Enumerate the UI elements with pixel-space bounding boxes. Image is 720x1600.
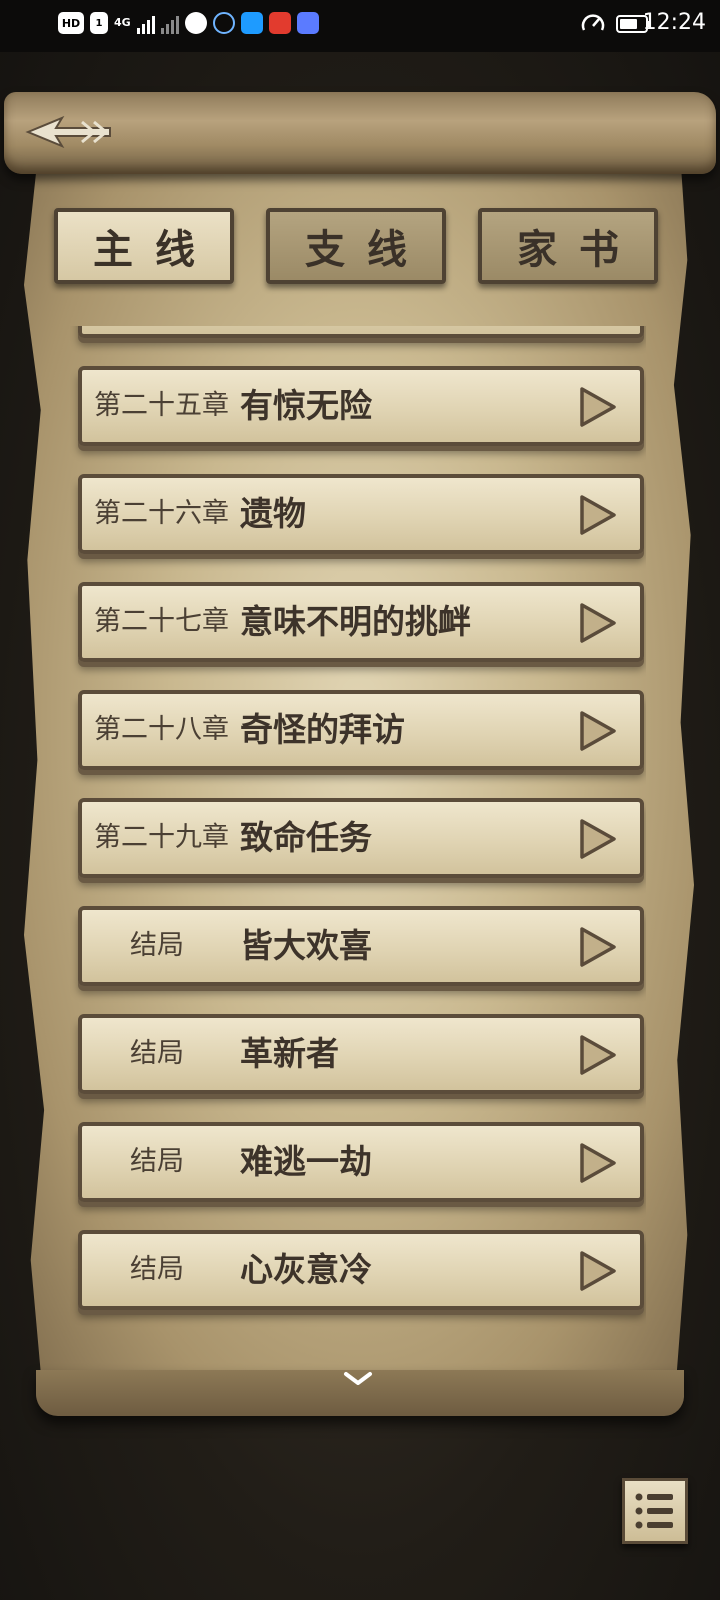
app-notification-icon	[184, 12, 207, 34]
music-app-icon	[296, 12, 319, 34]
menu-button[interactable]	[622, 1478, 688, 1544]
chapter-number: 第二十七章	[94, 606, 229, 637]
back-arrow-icon[interactable]	[22, 108, 114, 156]
chapter-row[interactable]: 结局 皆大欢喜	[78, 906, 644, 986]
chapter-title: 意味不明的挑衅	[240, 602, 471, 641]
chapter-list[interactable]: 第二十四章命悬一线第二十五章有惊无险第二十六章遗物第二十七章意味不明的挑衅第二十…	[70, 326, 646, 1330]
network-type: 4G	[114, 16, 131, 29]
status-right	[580, 12, 651, 36]
speed-icon	[581, 14, 605, 31]
reader-app-icon	[268, 12, 291, 34]
chapter-title: 难逃一劫	[240, 1142, 372, 1181]
search-app-icon	[240, 12, 263, 34]
chapter-row[interactable]: 第二十九章 致命任务	[78, 798, 644, 878]
play-triangle-icon[interactable]	[578, 602, 618, 644]
chapter-row[interactable]: 结局 心灰意冷	[78, 1230, 644, 1310]
status-bar: HD 1 4G 12:24	[0, 0, 720, 52]
play-triangle-icon[interactable]	[578, 386, 618, 428]
play-triangle-icon[interactable]	[578, 1142, 618, 1184]
chapter-number: 第二十四章	[94, 326, 229, 334]
chapter-number: 结局	[130, 930, 184, 961]
chapter-number: 结局	[130, 1254, 184, 1285]
chapter-title: 有惊无险	[240, 386, 372, 425]
status-left: HD 1 4G	[58, 12, 319, 34]
chapter-row[interactable]: 第二十七章 意味不明的挑衅	[78, 582, 644, 662]
chapter-row[interactable]: 第二十四章 命悬一线	[78, 326, 644, 338]
chapter-title: 皆大欢喜	[240, 926, 372, 965]
signal-2-icon	[160, 12, 179, 34]
clock: 12:24	[642, 10, 706, 35]
chapter-title: 遗物	[240, 494, 306, 533]
cloud-icon	[212, 12, 235, 34]
chapter-title: 革新者	[240, 1034, 339, 1073]
play-triangle-icon[interactable]	[578, 818, 618, 860]
hd-badge: HD	[58, 12, 84, 34]
chapter-number: 第二十九章	[94, 822, 229, 853]
chapter-title: 心灰意冷	[240, 1250, 372, 1289]
tab-side-story[interactable]: 支线	[266, 208, 446, 284]
chapter-number: 第二十六章	[94, 498, 229, 529]
chapter-number: 结局	[130, 1146, 184, 1177]
chapter-row[interactable]: 第二十六章 遗物	[78, 474, 644, 554]
sim-badge: 1	[90, 12, 108, 34]
play-triangle-icon[interactable]	[578, 926, 618, 968]
chapter-row[interactable]: 结局 难逃一劫	[78, 1122, 644, 1202]
list-menu-icon	[635, 1493, 673, 1529]
chapter-number: 结局	[130, 1038, 184, 1069]
play-triangle-icon[interactable]	[578, 494, 618, 536]
chapter-row[interactable]: 结局 革新者	[78, 1014, 644, 1094]
play-triangle-icon[interactable]	[578, 1034, 618, 1076]
chapter-title: 致命任务	[240, 818, 372, 857]
signal-icon	[136, 12, 155, 34]
tab-main-story[interactable]: 主线	[54, 208, 234, 284]
tab-letters[interactable]: 家书	[478, 208, 658, 284]
chapter-row[interactable]: 第二十八章 奇怪的拜访	[78, 690, 644, 770]
chapter-row[interactable]: 第二十五章 有惊无险	[78, 366, 644, 446]
chevron-down-icon[interactable]	[340, 1366, 376, 1390]
chapter-number: 第二十八章	[94, 714, 229, 745]
chapter-list-inner: 第二十四章命悬一线第二十五章有惊无险第二十六章遗物第二十七章意味不明的挑衅第二十…	[70, 326, 646, 1330]
chapter-number: 第二十五章	[94, 390, 229, 421]
game-screen: HD 1 4G 12:24 主线 支线 家书 第二十五章 有惊无险 第二十六章 …	[0, 0, 720, 1600]
chapter-title: 奇怪的拜访	[240, 710, 405, 749]
chapter-title: 命悬一线	[240, 326, 372, 334]
play-triangle-icon[interactable]	[578, 1250, 618, 1292]
play-triangle-icon[interactable]	[578, 710, 618, 752]
